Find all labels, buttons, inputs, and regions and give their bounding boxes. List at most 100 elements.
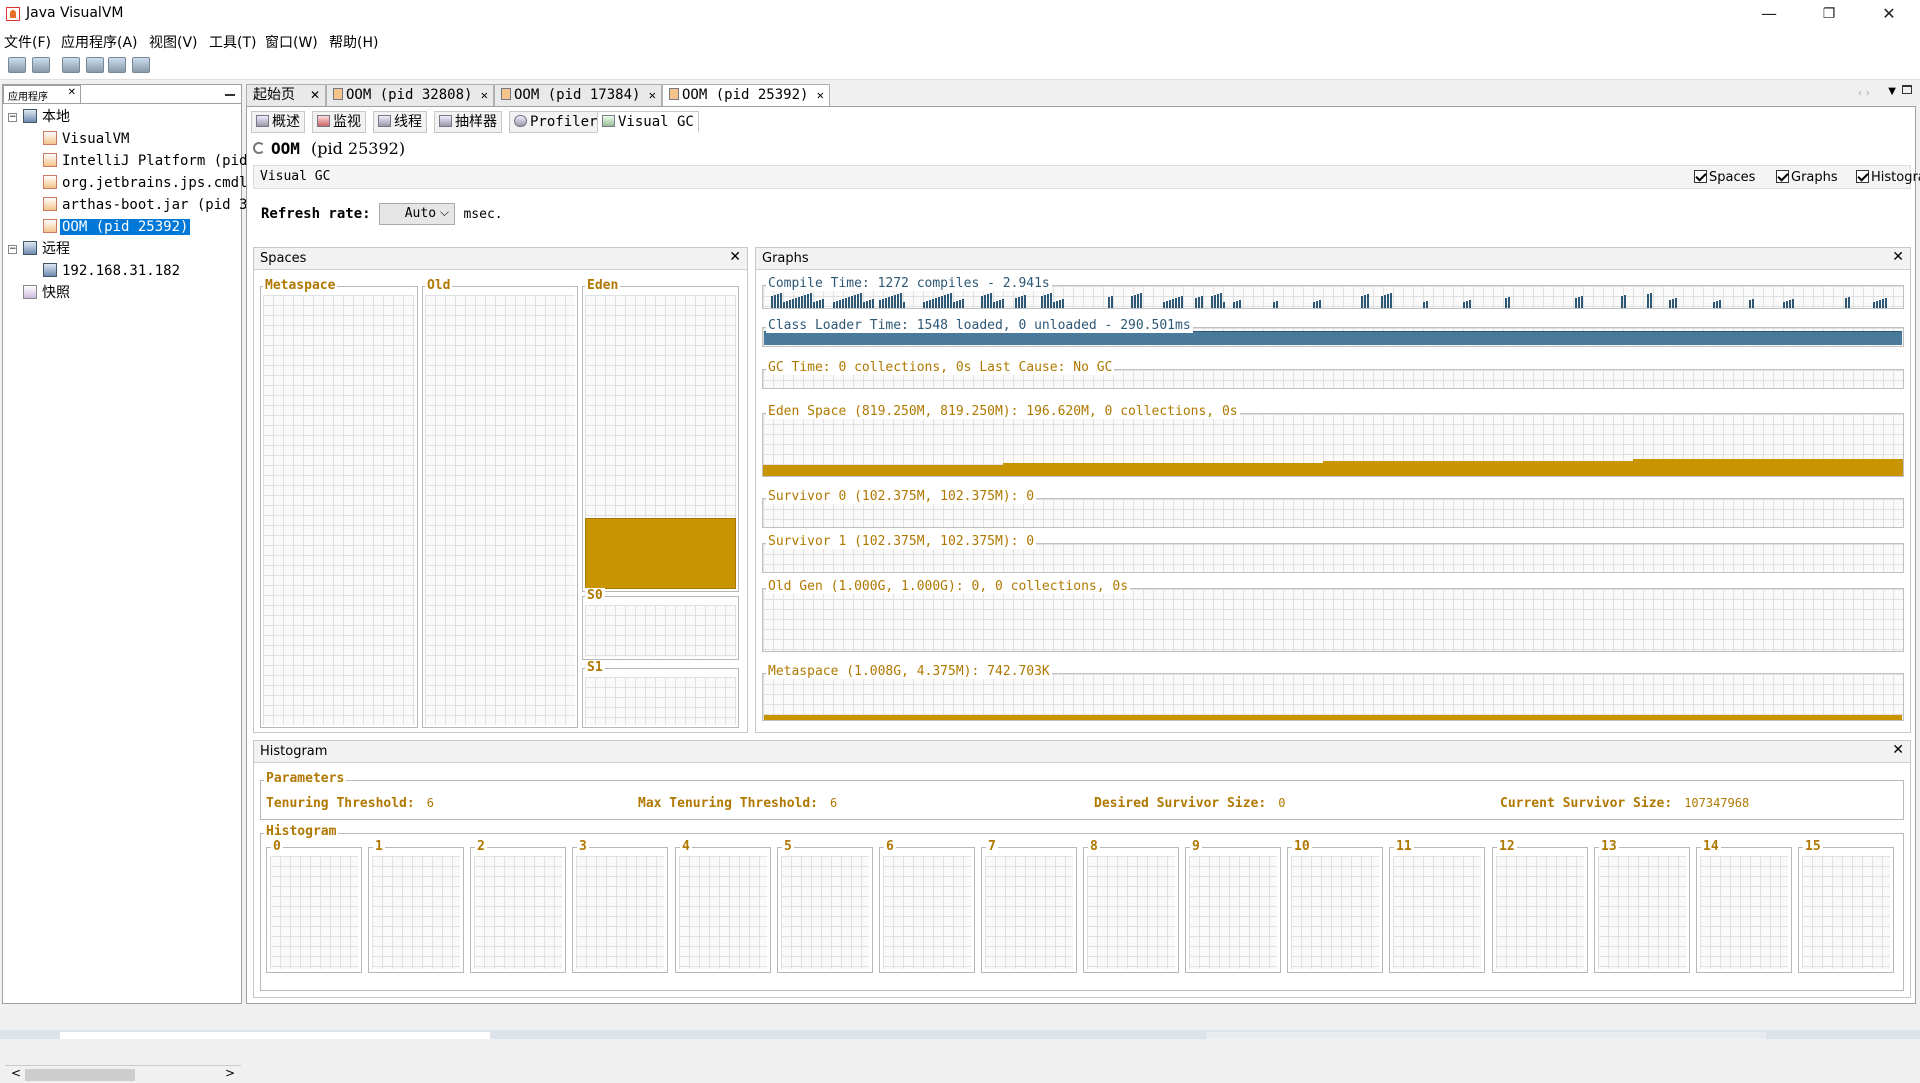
compile-spike xyxy=(819,300,821,308)
minimize-button[interactable]: — xyxy=(1746,0,1792,28)
tab-visual-gc[interactable]: Visual GC xyxy=(597,111,699,133)
collapse-remote-icon[interactable]: − xyxy=(8,245,17,254)
histogram-panel-close-icon[interactable]: ✕ xyxy=(1892,742,1904,758)
space-label: Old xyxy=(425,278,453,293)
graphs-checkbox[interactable]: Graphs xyxy=(1776,170,1838,185)
maximize-window-icon[interactable] xyxy=(1902,85,1912,94)
compile-spike xyxy=(1672,299,1674,308)
spaces-panel: Spaces ✕ Metaspace Old Eden S0 S1 xyxy=(253,247,748,733)
add-jmx-connection-icon[interactable] xyxy=(62,57,80,73)
compile-spike xyxy=(1024,295,1026,308)
bucket-grid xyxy=(679,856,767,969)
load-snapshot-icon[interactable] xyxy=(132,57,150,73)
taskbar-apps[interactable] xyxy=(1206,1032,1766,1039)
tree-node-remote[interactable]: 远程 xyxy=(23,238,72,260)
horizontal-scrollbar[interactable]: < > xyxy=(5,1065,241,1083)
tab-close-icon[interactable]: ✕ xyxy=(817,85,824,105)
tab-label: OOM (pid 32808) xyxy=(346,87,473,103)
bucket-grid xyxy=(1087,856,1175,969)
add-core-dump-icon[interactable] xyxy=(108,57,126,73)
compile-spike xyxy=(1273,302,1275,308)
tab-threads[interactable]: 线程 xyxy=(373,111,427,133)
tab-oom-17384[interactable]: OOM (pid 17384) ✕ xyxy=(494,84,662,106)
tree-node-visualvm[interactable]: VisualVM xyxy=(43,128,131,150)
tree-node-jps[interactable]: org.jetbrains.jps.cmdl xyxy=(43,172,249,194)
compile-spike xyxy=(854,295,856,308)
compile-spike xyxy=(833,302,835,308)
menu-view[interactable]: 视图(V) xyxy=(149,32,198,52)
scroll-thumb[interactable] xyxy=(25,1069,135,1081)
histogram-bucket: 4 xyxy=(675,839,771,973)
applications-tab[interactable]: 应用程序 ✕ xyxy=(3,85,81,103)
histogram-buckets: 0 1 2 3 4 5 6 7 8 9 10 11 12 13 14 15 xyxy=(266,839,1900,985)
collapse-local-icon[interactable]: − xyxy=(8,113,17,122)
tab-start-page[interactable]: 起始页 ✕ xyxy=(246,84,326,106)
scroll-left-icon[interactable]: < xyxy=(11,1066,21,1080)
tree-node-local[interactable]: 本地 xyxy=(23,106,72,128)
checkbox-icon xyxy=(1856,170,1869,183)
tree-node-snapshots[interactable]: 快照 xyxy=(23,282,72,304)
applications-tab-close-icon[interactable]: ✕ xyxy=(68,87,76,98)
minimize-panel-icon[interactable] xyxy=(225,94,235,96)
compile-spike xyxy=(1137,294,1139,308)
refresh-rate-select[interactable]: Auto xyxy=(379,202,456,225)
java-icon xyxy=(43,219,57,233)
tab-monitor[interactable]: 监视 xyxy=(312,111,366,133)
tab-oom-25392[interactable]: OOM (pid 25392) ✕ xyxy=(662,84,830,107)
bucket-label: 6 xyxy=(884,839,896,854)
tab-profiler[interactable]: Profiler xyxy=(509,111,603,133)
tab-close-icon[interactable]: ✕ xyxy=(481,85,488,105)
compile-spike xyxy=(783,302,785,308)
compile-spike xyxy=(1713,302,1715,308)
scroll-right-icon[interactable]: > xyxy=(225,1066,235,1080)
menu-window[interactable]: 窗口(W) xyxy=(265,32,318,52)
space-old: Old xyxy=(422,278,578,728)
compile-spike xyxy=(810,293,812,308)
bucket-label: 10 xyxy=(1292,839,1312,854)
tree-node-oom-25392[interactable]: OOM (pid 25392) xyxy=(43,216,191,238)
bucket-label: 7 xyxy=(986,839,998,854)
maximize-button[interactable]: ❐ xyxy=(1806,0,1852,28)
spaces-panel-close-icon[interactable]: ✕ xyxy=(729,249,741,265)
tree-node-remote-host[interactable]: 192.168.31.182 xyxy=(43,260,182,282)
space-s1: S1 xyxy=(582,660,739,728)
graphs-panel-close-icon[interactable]: ✕ xyxy=(1892,249,1904,265)
checkbox-icon xyxy=(1694,170,1707,183)
bucket-label: 8 xyxy=(1088,839,1100,854)
survivor-1-label: Survivor 1 (102.375M, 102.375M): 0 xyxy=(766,534,1037,549)
spaces-checkbox[interactable]: Spaces xyxy=(1694,170,1755,185)
gc-time-label: GC Time: 0 collections, 0s Last Cause: N… xyxy=(766,360,1115,375)
compile-spike xyxy=(1845,298,1847,308)
refresh-rate-row: Refresh rate: Auto msec. xyxy=(261,202,503,225)
tab-label: Visual GC xyxy=(618,114,694,130)
tab-close-icon[interactable]: ✕ xyxy=(649,85,656,105)
taskbar-strip xyxy=(0,1030,1920,1039)
menu-tools[interactable]: 工具(T) xyxy=(209,32,256,52)
histogram-checkbox[interactable]: Histogram xyxy=(1856,170,1920,185)
space-label: Eden xyxy=(585,278,621,293)
tree-node-arthas[interactable]: arthas-boot.jar (pid 3 xyxy=(43,194,249,216)
close-button[interactable]: ✕ xyxy=(1866,0,1912,28)
add-remote-host-icon[interactable] xyxy=(86,57,104,73)
tab-sampler[interactable]: 抽样器 xyxy=(434,111,502,133)
tab-overview[interactable]: 概述 xyxy=(251,111,305,133)
scroll-tabs-left-icon[interactable]: ‹ › xyxy=(1858,86,1870,99)
checkbox-label: Spaces xyxy=(1709,170,1756,185)
open-snapshot-icon[interactable] xyxy=(8,57,26,73)
menu-help[interactable]: 帮助(H) xyxy=(329,32,378,52)
bucket-label: 11 xyxy=(1394,839,1414,854)
compile-spike xyxy=(1239,300,1241,308)
menu-applications[interactable]: 应用程序(A) xyxy=(61,32,138,52)
tab-close-icon[interactable]: ✕ xyxy=(310,85,320,105)
save-icon[interactable] xyxy=(32,57,50,73)
compile-spike xyxy=(959,300,961,308)
metaspace-label: Metaspace (1.008G, 4.375M): 742.703K xyxy=(766,664,1052,679)
tree-node-intellij[interactable]: IntelliJ Platform (pid xyxy=(43,150,249,172)
compile-spike xyxy=(996,301,998,308)
tab-oom-32808[interactable]: OOM (pid 32808) ✕ xyxy=(326,84,494,106)
menu-file[interactable]: 文件(F) xyxy=(4,32,51,52)
histogram-bucket: 8 xyxy=(1083,839,1179,973)
refresh-rate-label: Refresh rate: xyxy=(261,206,371,222)
taskbar-search[interactable] xyxy=(60,1032,490,1039)
tab-list-dropdown-icon[interactable]: ▼ xyxy=(1888,86,1896,97)
